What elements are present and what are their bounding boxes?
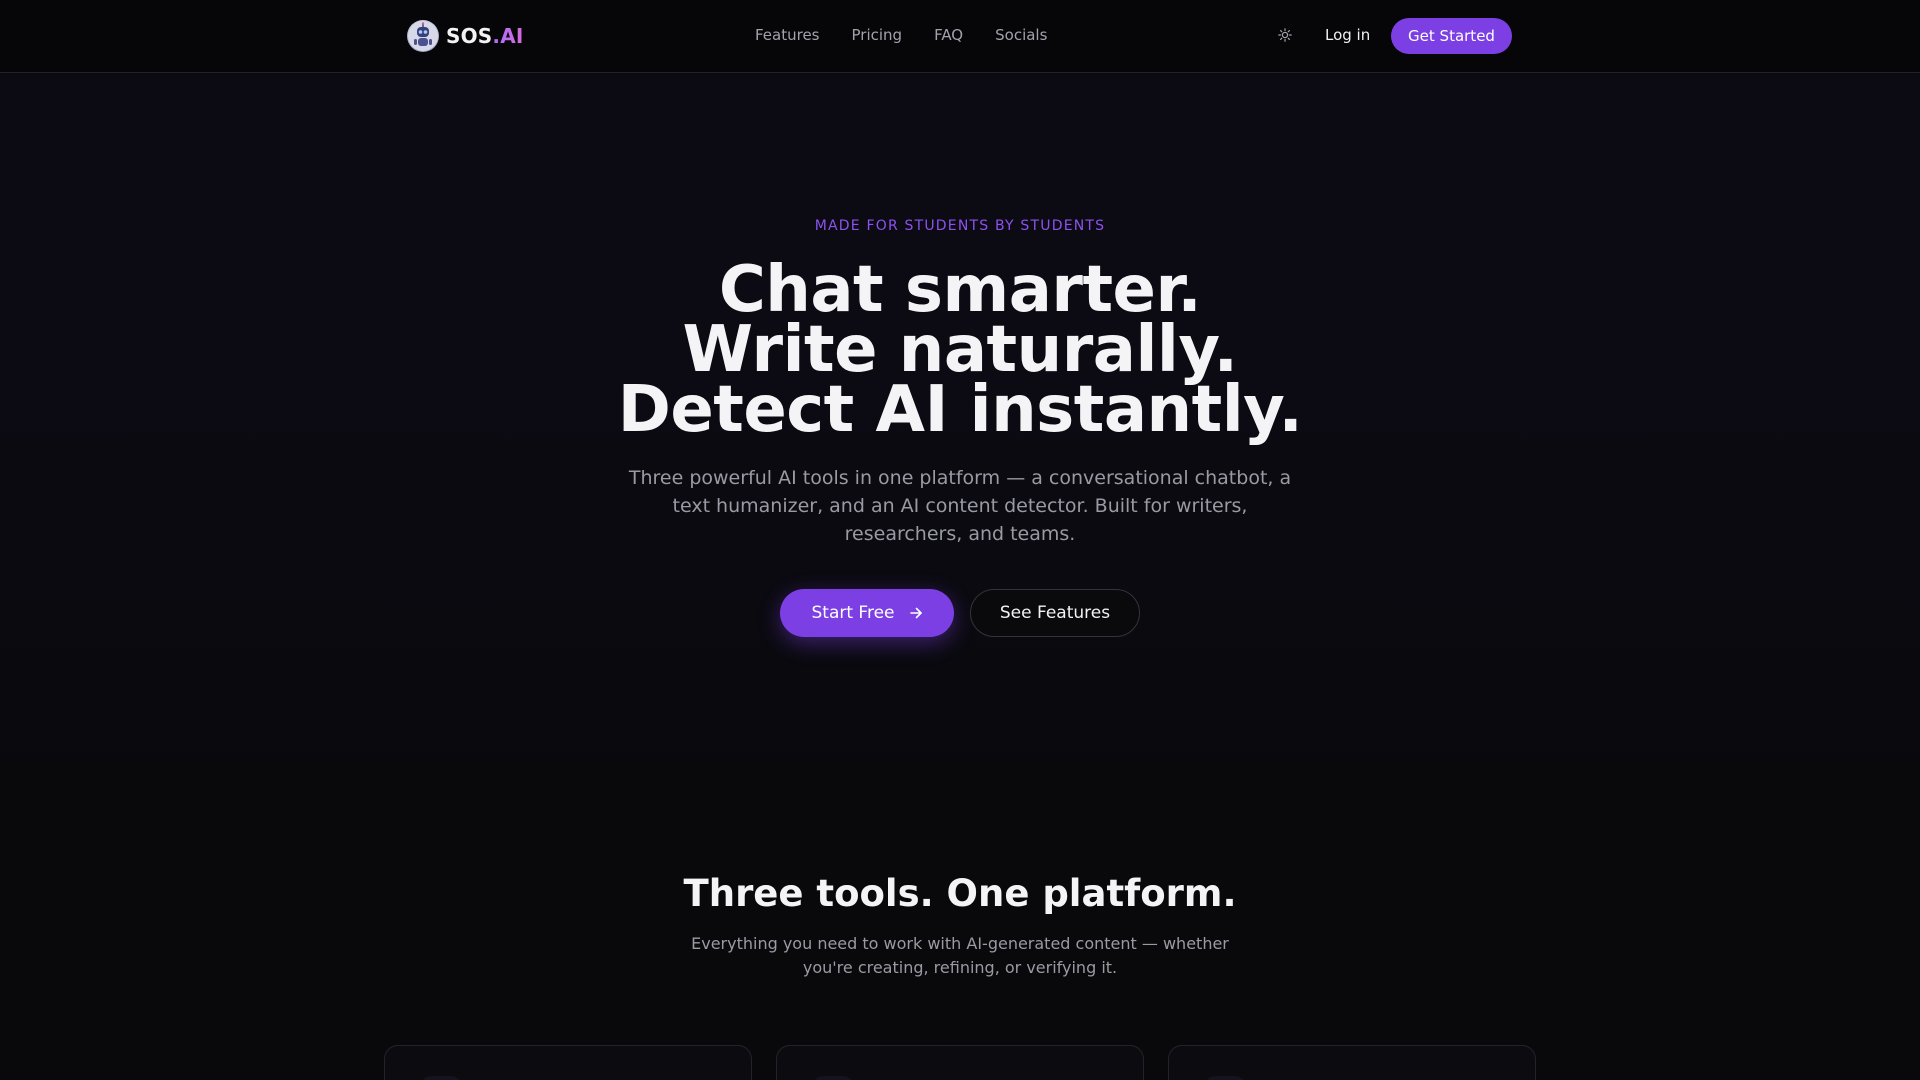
- hero-eyebrow: MADE FOR STUDENTS BY STUDENTS: [814, 218, 1106, 234]
- feature-card: [384, 1045, 752, 1080]
- nav-link-features[interactable]: Features: [755, 26, 820, 44]
- brand-name: SOS.AI: [446, 24, 524, 48]
- nav-link-pricing[interactable]: Pricing: [852, 26, 903, 44]
- brand-name-main: SOS: [446, 24, 493, 48]
- start-free-label: Start Free: [811, 603, 895, 623]
- hero-title-line: Write naturally.: [682, 313, 1238, 387]
- sun-icon: [1278, 28, 1292, 42]
- arrow-right-icon: [909, 607, 922, 619]
- nav-links: Features Pricing FAQ Socials: [755, 26, 1047, 44]
- get-started-button[interactable]: Get Started: [1391, 18, 1512, 54]
- nav-link-socials[interactable]: Socials: [995, 26, 1047, 44]
- feature-card-icon: [813, 1076, 853, 1080]
- top-nav: SOS.AI Features Pricing FAQ Socials Log …: [0, 0, 1920, 73]
- feature-card: [776, 1045, 1144, 1080]
- theme-toggle-button[interactable]: [1274, 24, 1296, 46]
- features-subtitle: Everything you need to work with AI-gene…: [691, 934, 1229, 977]
- start-free-button[interactable]: Start Free: [780, 589, 954, 637]
- brand-name-accent: .AI: [492, 24, 524, 48]
- hero-title-line: Chat smarter.: [718, 253, 1202, 327]
- feature-card: [1168, 1045, 1536, 1080]
- brand-logo-link[interactable]: SOS.AI: [407, 20, 524, 52]
- hero-title: Chat smarter. Write naturally. Detect AI…: [0, 253, 1920, 447]
- see-features-button[interactable]: See Features: [970, 589, 1140, 637]
- feature-card-icon: [1205, 1076, 1245, 1080]
- hero-subtitle: Three powerful AI tools in one platform …: [628, 467, 1292, 545]
- features-title: Three tools. One platform.: [683, 872, 1237, 915]
- landing-page: SOS.AI Features Pricing FAQ Socials Log …: [0, 0, 1920, 1080]
- nav-link-faq[interactable]: FAQ: [934, 26, 963, 44]
- hero-title-line: Detect AI instantly.: [617, 373, 1303, 447]
- feature-card-icon: [421, 1076, 461, 1080]
- robot-logo-icon: [407, 20, 439, 52]
- feature-cards: [384, 1045, 1536, 1080]
- login-link[interactable]: Log in: [1325, 26, 1370, 44]
